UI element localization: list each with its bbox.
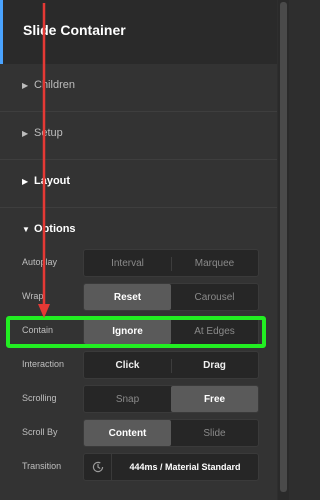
interaction-label: Interaction bbox=[22, 359, 65, 369]
scroll-by-segmented-control: Content Slide bbox=[83, 419, 259, 447]
section-layout[interactable]: ▶ Layout bbox=[0, 160, 277, 208]
panel-title: Slide Container bbox=[23, 22, 126, 38]
wrap-option-reset[interactable]: Reset bbox=[84, 284, 171, 310]
section-label: Children bbox=[34, 79, 75, 91]
transition-label: Transition bbox=[22, 461, 62, 471]
transition-value: 444ms / Material Standard bbox=[129, 462, 241, 472]
contain-highlight-annotation bbox=[6, 316, 266, 348]
transition-row: Transition 444ms / Material Standard bbox=[0, 452, 277, 482]
autoplay-label: Autoplay bbox=[22, 257, 58, 267]
clock-icon bbox=[92, 461, 104, 473]
chevron-down-icon: ▼ bbox=[22, 225, 30, 234]
section-setup[interactable]: ▶ Setup bbox=[0, 112, 277, 160]
wrap-option-carousel[interactable]: Carousel bbox=[171, 284, 258, 310]
scroll-by-row: Scroll By Content Slide bbox=[0, 418, 277, 448]
chevron-right-icon: ▶ bbox=[22, 81, 29, 90]
scrolling-label: Scrolling bbox=[22, 393, 57, 403]
scrolling-segmented-control: Snap Free bbox=[83, 385, 259, 413]
transition-picker[interactable]: 444ms / Material Standard bbox=[83, 453, 259, 481]
autoplay-option-interval[interactable]: Interval bbox=[84, 250, 171, 276]
interaction-row: Interaction Click Drag bbox=[0, 350, 277, 380]
section-label: Setup bbox=[34, 127, 63, 139]
wrap-row: Wrap Reset Carousel bbox=[0, 282, 277, 312]
interaction-segmented-control: Click Drag bbox=[83, 351, 259, 379]
scrollbar-thumb[interactable] bbox=[280, 2, 287, 492]
section-children[interactable]: ▶ Children bbox=[0, 64, 277, 112]
wrap-segmented-control: Reset Carousel bbox=[83, 283, 259, 311]
autoplay-option-marquee[interactable]: Marquee bbox=[171, 250, 258, 276]
wrap-label: Wrap bbox=[22, 291, 44, 301]
chevron-right-icon: ▶ bbox=[22, 177, 29, 186]
panel-header: Slide Container bbox=[0, 0, 277, 64]
interaction-option-click[interactable]: Click bbox=[84, 352, 171, 378]
properties-panel: Slide Container ▶ Children ▶ Setup ▶ Lay… bbox=[0, 0, 277, 500]
autoplay-row: Autoplay Interval Marquee bbox=[0, 248, 277, 278]
chevron-right-icon: ▶ bbox=[22, 129, 29, 138]
interaction-option-drag[interactable]: Drag bbox=[171, 352, 258, 378]
autoplay-segmented-control: Interval Marquee bbox=[83, 249, 259, 277]
scroll-by-option-slide[interactable]: Slide bbox=[171, 420, 258, 446]
section-label: Layout bbox=[34, 175, 71, 187]
scrolling-option-snap[interactable]: Snap bbox=[84, 386, 171, 412]
scrolling-row: Scrolling Snap Free bbox=[0, 384, 277, 414]
scroll-by-option-content[interactable]: Content bbox=[84, 420, 171, 446]
scroll-by-label: Scroll By bbox=[22, 427, 58, 437]
scrolling-option-free[interactable]: Free bbox=[171, 386, 258, 412]
section-label: Options bbox=[34, 223, 76, 235]
